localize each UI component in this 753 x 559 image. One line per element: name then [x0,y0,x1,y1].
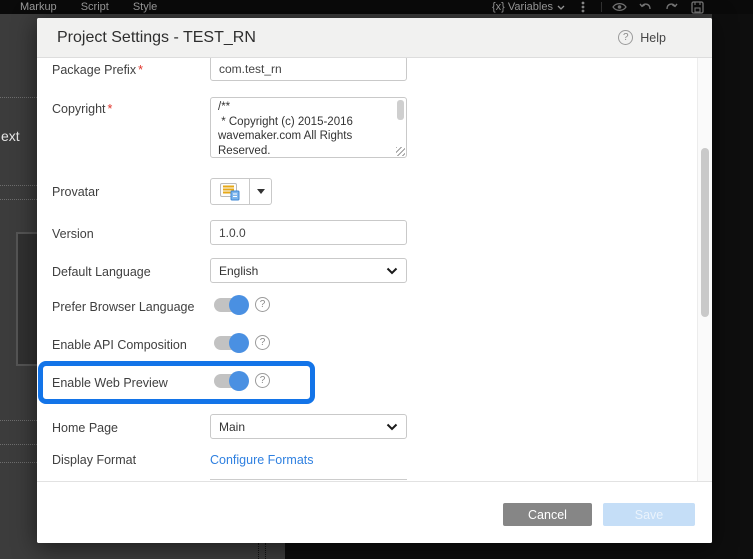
canvas-dotted-line [0,185,37,186]
version-label: Version [52,227,94,241]
help-button[interactable]: ? Help [618,30,666,45]
canvas-dotted-line [0,420,37,421]
preview-eye-icon[interactable] [612,0,628,14]
cancel-button[interactable]: Cancel [503,503,592,526]
dialog-footer: Cancel Save [37,481,712,543]
toggle-knob [229,333,249,353]
package-prefix-input[interactable] [210,58,407,81]
canvas-dotted-vertical [265,543,266,559]
enable-web-preview-help-icon[interactable]: ? [255,373,270,388]
prefer-browser-language-help-icon[interactable]: ? [255,297,270,312]
save-icon[interactable] [690,0,706,14]
save-button[interactable]: Save [603,503,695,526]
help-label: Help [640,31,666,45]
version-input[interactable] [210,220,407,245]
dialog-scrollbar[interactable] [697,58,712,481]
provatar-dropdown-button[interactable] [250,178,272,205]
required-asterisk: * [138,63,143,77]
variables-label: {x} Variables [492,1,553,13]
dialog-scrollbar-thumb[interactable] [701,148,709,317]
configure-formats-link[interactable]: Configure Formats [210,453,314,467]
enable-api-composition-help-icon[interactable]: ? [255,335,270,350]
variables-dropdown[interactable]: {x} Variables [492,1,565,13]
tab-markup[interactable]: Markup [20,0,57,14]
canvas-dotted-line [0,97,37,98]
copyright-label: Copyright* [52,102,112,116]
chevron-down-icon [557,5,565,10]
display-format-label: Display Format [52,453,136,467]
toggle-knob [229,371,249,391]
enable-web-preview-label: Enable Web Preview [52,376,168,390]
dialog-body: Package Prefix* Copyright* /** * Copyrig… [37,58,712,481]
provatar-button[interactable] [210,178,250,205]
undo-icon[interactable] [638,0,654,14]
chevron-down-icon [386,423,398,431]
redo-icon[interactable] [664,0,680,14]
chevron-down-icon [386,267,398,275]
canvas-dotted-vertical [258,543,259,559]
provatar-icon [219,182,241,201]
canvas-dotted-line [0,199,37,200]
next-field-partial-border [210,479,407,480]
kebab-menu-icon[interactable] [575,0,591,14]
toolbar-right-cluster: {x} Variables [492,0,706,14]
canvas-clipped-text: ext [1,128,20,144]
provatar-label: Provatar [52,185,99,199]
package-prefix-label: Package Prefix* [52,63,143,77]
project-settings-dialog: Project Settings - TEST_RN ? Help Packag… [37,18,712,543]
top-toolbar: Markup Script Style {x} Variables [0,0,753,14]
prefer-browser-language-toggle[interactable] [214,298,247,312]
enable-api-composition-label: Enable API Composition [52,338,187,352]
default-language-label: Default Language [52,265,151,279]
prefer-browser-language-label: Prefer Browser Language [52,300,194,314]
textarea-scrollbar-thumb[interactable] [397,100,404,120]
copyright-text: /** * Copyright (c) 2015-2016 wavemaker.… [211,98,406,158]
canvas-bottom-panel [285,543,712,559]
provatar-picker [210,178,272,205]
toolbar-divider [601,2,602,12]
home-page-select[interactable]: Main [210,414,407,439]
required-asterisk: * [108,102,113,116]
home-page-label: Home Page [52,421,118,435]
home-page-value: Main [219,420,386,434]
dialog-title: Project Settings - TEST_RN [57,29,256,47]
wavemaker-studio-screen: Markup Script Style {x} Variables [0,0,753,559]
textarea-resize-handle[interactable] [396,147,405,156]
caret-down-icon [257,189,265,194]
canvas-dotted-line [0,462,37,463]
tab-script[interactable]: Script [81,0,109,14]
dialog-header: Project Settings - TEST_RN ? Help [37,18,712,58]
tab-style[interactable]: Style [133,0,157,14]
copyright-textarea[interactable]: /** * Copyright (c) 2015-2016 wavemaker.… [210,97,407,158]
editor-tabs: Markup Script Style [20,0,157,14]
toggle-knob [229,295,249,315]
canvas-dotted-line [0,444,37,445]
default-language-value: English [219,264,386,278]
default-language-select[interactable]: English [210,258,407,283]
enable-web-preview-toggle[interactable] [214,374,247,388]
enable-api-composition-toggle[interactable] [214,336,247,350]
help-circle-icon: ? [618,30,633,45]
